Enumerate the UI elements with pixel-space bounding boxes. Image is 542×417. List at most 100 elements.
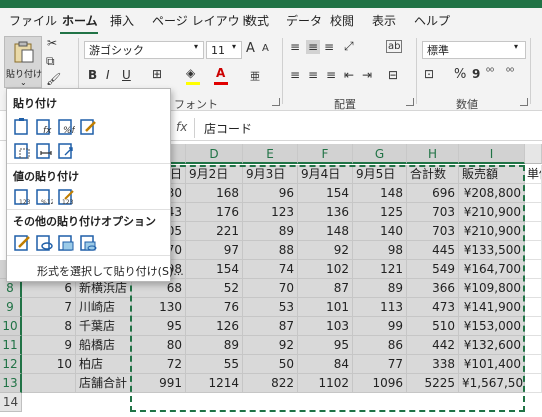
grid-cell[interactable]: 80: [132, 336, 186, 355]
grid-cell[interactable]: 822: [243, 374, 298, 393]
grid-cell[interactable]: 125: [353, 203, 407, 222]
grid-cell[interactable]: ¥141,900: [459, 298, 525, 317]
grid-cell[interactable]: ¥210,900: [459, 222, 525, 241]
border-icon[interactable]: ⊞: [152, 67, 162, 81]
grid-cell[interactable]: ¥210,900: [459, 203, 525, 222]
row-header[interactable]: 14: [0, 393, 22, 412]
grid-cell[interactable]: ¥1,567,500: [459, 374, 525, 393]
row-header[interactable]: 10: [0, 317, 22, 336]
no-borders-icon[interactable]: [13, 141, 31, 159]
paste-icon[interactable]: [13, 117, 31, 135]
grid-cell[interactable]: 154: [186, 260, 243, 279]
align-center-icon[interactable]: ≡: [308, 68, 318, 82]
align-left-icon[interactable]: ≡: [290, 68, 300, 82]
number-format-box[interactable]: 標準: [422, 41, 526, 59]
paste-formatting-icon[interactable]: [13, 233, 31, 251]
tab-review[interactable]: 校閲: [330, 12, 354, 29]
grid-cell[interactable]: 53: [243, 298, 298, 317]
grid-cell[interactable]: 338: [407, 355, 459, 374]
phonetic-button[interactable]: 亜: [250, 68, 260, 83]
grid-cell[interactable]: [525, 374, 542, 393]
grid-cell[interactable]: [525, 260, 542, 279]
grid-cell[interactable]: 77: [353, 355, 407, 374]
grid-cell[interactable]: ¥101,400: [459, 355, 525, 374]
grid-cell[interactable]: [525, 241, 542, 260]
paste-special-menu-item[interactable]: 形式を選択して貼り付け(S)...: [37, 263, 184, 279]
paste-link-icon[interactable]: [35, 233, 53, 251]
grid-cell[interactable]: 76: [186, 298, 243, 317]
grid-cell[interactable]: 92: [298, 241, 353, 260]
grid-cell[interactable]: 9月4日: [298, 165, 353, 184]
tab-file[interactable]: ファイル: [9, 12, 57, 29]
grid-cell[interactable]: 92: [243, 336, 298, 355]
grid-cell[interactable]: 柏店: [76, 355, 132, 374]
font-color-icon[interactable]: A: [216, 66, 225, 80]
row-header[interactable]: 9: [0, 298, 22, 317]
grid-cell[interactable]: 5225: [407, 374, 459, 393]
grid-cell[interactable]: 89: [243, 222, 298, 241]
grid-cell[interactable]: 99: [353, 317, 407, 336]
tab-view[interactable]: 表示: [372, 12, 396, 29]
percent-button[interactable]: %: [454, 67, 466, 82]
paste-formulas-icon[interactable]: fx: [35, 117, 53, 135]
grid-cell[interactable]: 136: [298, 203, 353, 222]
fx-icon[interactable]: fx: [176, 120, 187, 134]
grid-cell[interactable]: 113: [353, 298, 407, 317]
grid-cell[interactable]: 10: [22, 355, 76, 374]
grid-cell[interactable]: 86: [353, 336, 407, 355]
grid-cell[interactable]: 102: [298, 260, 353, 279]
comma-button[interactable]: 9: [472, 67, 480, 81]
grid-cell[interactable]: 合計数: [407, 165, 459, 184]
grid-cell[interactable]: 川崎店: [76, 298, 132, 317]
grid-cell[interactable]: ¥109,800: [459, 279, 525, 298]
tab-help[interactable]: ヘルプ: [414, 12, 450, 29]
grid-cell[interactable]: 130: [132, 298, 186, 317]
grid-cell[interactable]: [525, 317, 542, 336]
grid-cell[interactable]: 9月3日: [243, 165, 298, 184]
grid-cell[interactable]: [525, 222, 542, 241]
grid-cell[interactable]: 140: [353, 222, 407, 241]
grid-cell[interactable]: 148: [298, 222, 353, 241]
keep-column-widths-icon[interactable]: [35, 141, 53, 159]
grid-cell[interactable]: [525, 184, 542, 203]
grid-cell[interactable]: 7: [22, 298, 76, 317]
grid-cell[interactable]: 1102: [298, 374, 353, 393]
grow-font-button[interactable]: A: [246, 41, 255, 56]
grid-cell[interactable]: 88: [243, 241, 298, 260]
grid-cell[interactable]: 473: [407, 298, 459, 317]
grid-cell[interactable]: 154: [298, 184, 353, 203]
grid-cell[interactable]: 510: [407, 317, 459, 336]
currency-icon[interactable]: ⊡: [424, 67, 434, 81]
row-header[interactable]: 11: [0, 336, 22, 355]
grid-cell[interactable]: ¥164,700: [459, 260, 525, 279]
grid-cell[interactable]: 1214: [186, 374, 243, 393]
grid-cell[interactable]: 50: [243, 355, 298, 374]
column-header-j[interactable]: [525, 144, 542, 164]
grid-cell[interactable]: 445: [407, 241, 459, 260]
grid-cell[interactable]: [525, 203, 542, 222]
grid-cell[interactable]: ¥132,600: [459, 336, 525, 355]
grid-cell[interactable]: 991: [132, 374, 186, 393]
grid-cell[interactable]: 96: [243, 184, 298, 203]
grid-cell[interactable]: 366: [407, 279, 459, 298]
tab-data[interactable]: データ: [286, 12, 322, 29]
grid-cell[interactable]: ¥133,500: [459, 241, 525, 260]
grid-cell[interactable]: 703: [407, 222, 459, 241]
grid-cell[interactable]: 101: [298, 298, 353, 317]
grid-cell[interactable]: 442: [407, 336, 459, 355]
chevron-down-icon[interactable]: ▾: [232, 42, 236, 51]
paste-picture-icon[interactable]: [57, 233, 75, 251]
paste-values-source-formatting-icon[interactable]: 123: [57, 187, 75, 205]
grid-cell[interactable]: 87: [243, 317, 298, 336]
align-top-icon[interactable]: ≡: [290, 40, 300, 54]
paste-formulas-number-format-icon[interactable]: %fx: [57, 117, 75, 135]
column-header-g[interactable]: G: [353, 144, 407, 164]
bold-button[interactable]: B: [88, 68, 97, 82]
grid-cell[interactable]: 9月2日: [186, 165, 243, 184]
align-right-icon[interactable]: ≡: [326, 68, 336, 82]
paste-button[interactable]: 貼り付け ⌄: [4, 36, 42, 88]
row-header[interactable]: 13: [0, 374, 22, 393]
grid-cell[interactable]: 52: [186, 279, 243, 298]
font-size-box[interactable]: 11: [206, 41, 242, 59]
grid-cell[interactable]: 103: [298, 317, 353, 336]
